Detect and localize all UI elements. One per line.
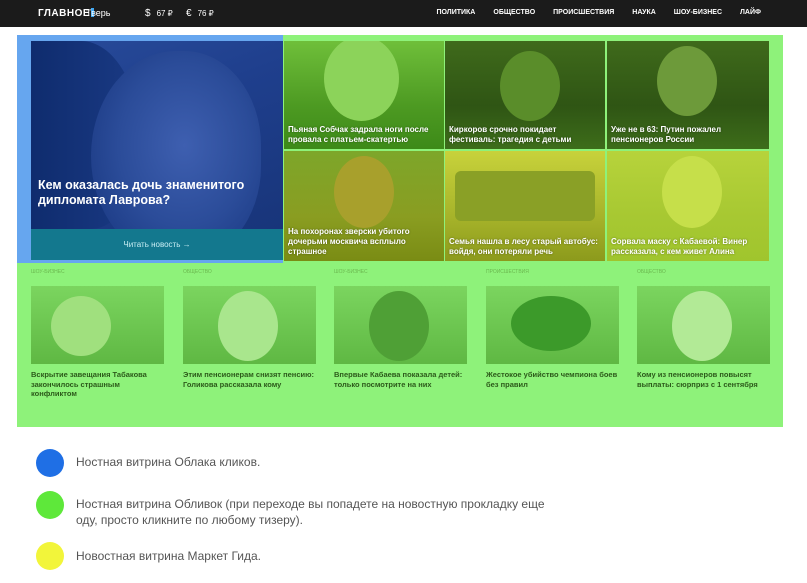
tile-photo-shape xyxy=(369,291,429,361)
legend-text-green: Ностная витрина Обливок (при переходе вы… xyxy=(76,497,545,527)
bottom-teaser-image[interactable] xyxy=(486,286,619,364)
teaser-tile[interactable]: Киркоров срочно покидает фестиваль: траг… xyxy=(445,41,605,149)
nav-item-showbiz[interactable]: Шоу-бизнес xyxy=(674,9,722,16)
tile-photo-shape xyxy=(334,156,394,228)
read-news-button[interactable]: Читать новость → xyxy=(31,229,283,260)
tile-photo-shape xyxy=(500,51,560,121)
nav-item-incidents[interactable]: Происшествия xyxy=(553,9,614,16)
hero-title[interactable]: Кем оказалась дочь знаменитого дипломата… xyxy=(38,178,278,208)
legend-blue-dot xyxy=(36,449,64,477)
tile-photo-shape xyxy=(662,156,722,228)
legend-green-dot xyxy=(36,491,64,519)
bottom-teaser-caption[interactable]: Вскрытие завещания Табакова закончилось … xyxy=(31,370,164,399)
tile-photo-shape xyxy=(51,296,111,356)
city-selector[interactable]: Тверь xyxy=(86,8,110,18)
category-label: Общество xyxy=(183,269,212,275)
bottom-teaser-image[interactable] xyxy=(31,286,164,364)
teaser-tile[interactable]: На похоронах зверски убитого дочерьми мо… xyxy=(284,151,444,261)
teaser-caption: Сорвала маску с Кабаевой: Винер рассказа… xyxy=(611,237,748,256)
bottom-teaser-image[interactable] xyxy=(334,286,467,364)
teaser-caption: На похоронах зверски убитого дочерьми мо… xyxy=(288,227,410,256)
top-navigation-bar: ГЛАВНОЕ Тверь $67 ₽ €76 ₽ Политика Общес… xyxy=(0,0,807,27)
main-nav: Политика Общество Происшествия Наука Шоу… xyxy=(436,9,761,16)
category-label: Шоу-бизнес xyxy=(31,269,65,275)
teaser-tile[interactable]: Пьяная Собчак задрала ноги после провала… xyxy=(284,41,444,149)
category-label: Шоу-бизнес xyxy=(334,269,368,275)
category-label: Происшествия xyxy=(486,269,529,275)
dollar-icon: $ xyxy=(145,8,151,19)
bottom-teaser-image[interactable] xyxy=(637,286,770,364)
category-label: Общество xyxy=(637,269,666,275)
tile-photo-shape xyxy=(672,291,732,361)
nav-item-life[interactable]: Лайф xyxy=(740,9,761,16)
teaser-caption: Пьяная Собчак задрала ноги после провала… xyxy=(288,125,429,144)
bottom-teaser-caption[interactable]: Этим пенсионерам снизят пенсию: Голикова… xyxy=(183,370,316,389)
teaser-tile[interactable]: Сорвала маску с Кабаевой: Винер рассказа… xyxy=(607,151,769,261)
usd-rate: $67 ₽ xyxy=(145,8,173,19)
tile-photo-shape xyxy=(218,291,278,361)
nav-item-science[interactable]: Наука xyxy=(632,9,656,16)
nav-item-politics[interactable]: Политика xyxy=(436,9,475,16)
bottom-teaser-image[interactable] xyxy=(183,286,316,364)
legend-text-yellow: Новостная витрина Маркет Гида. xyxy=(76,549,261,563)
nav-item-society[interactable]: Общество xyxy=(493,9,535,16)
bottom-teaser-caption[interactable]: Кому из пенсионеров повысят выплаты: сюр… xyxy=(637,370,770,389)
eur-rate: €76 ₽ xyxy=(186,8,214,19)
bottom-teaser-caption[interactable]: Впервые Кабаева показала детей: только п… xyxy=(334,370,467,389)
teaser-caption: Киркоров срочно покидает фестиваль: траг… xyxy=(449,125,572,144)
bottom-teaser-caption[interactable]: Жестокое убийство чемпиона боев без прав… xyxy=(486,370,619,389)
legend-text-blue: Ностная витрина Облака кликов. xyxy=(76,455,261,469)
tile-photo-shape xyxy=(657,46,717,116)
euro-icon: € xyxy=(186,8,192,19)
teaser-tile[interactable]: Уже не в 63: Путин пожалел пенсионеров Р… xyxy=(607,41,769,149)
teaser-caption: Семья нашла в лесу старый автобус: войдя… xyxy=(449,237,598,256)
tile-photo-shape xyxy=(324,41,399,121)
tile-photo-shape xyxy=(455,171,595,221)
teaser-caption: Уже не в 63: Путин пожалел пенсионеров Р… xyxy=(611,125,722,144)
teaser-tile[interactable]: Семья нашла в лесу старый автобус: войдя… xyxy=(445,151,605,261)
tile-photo-shape xyxy=(511,296,591,351)
legend-yellow-dot xyxy=(36,542,64,570)
